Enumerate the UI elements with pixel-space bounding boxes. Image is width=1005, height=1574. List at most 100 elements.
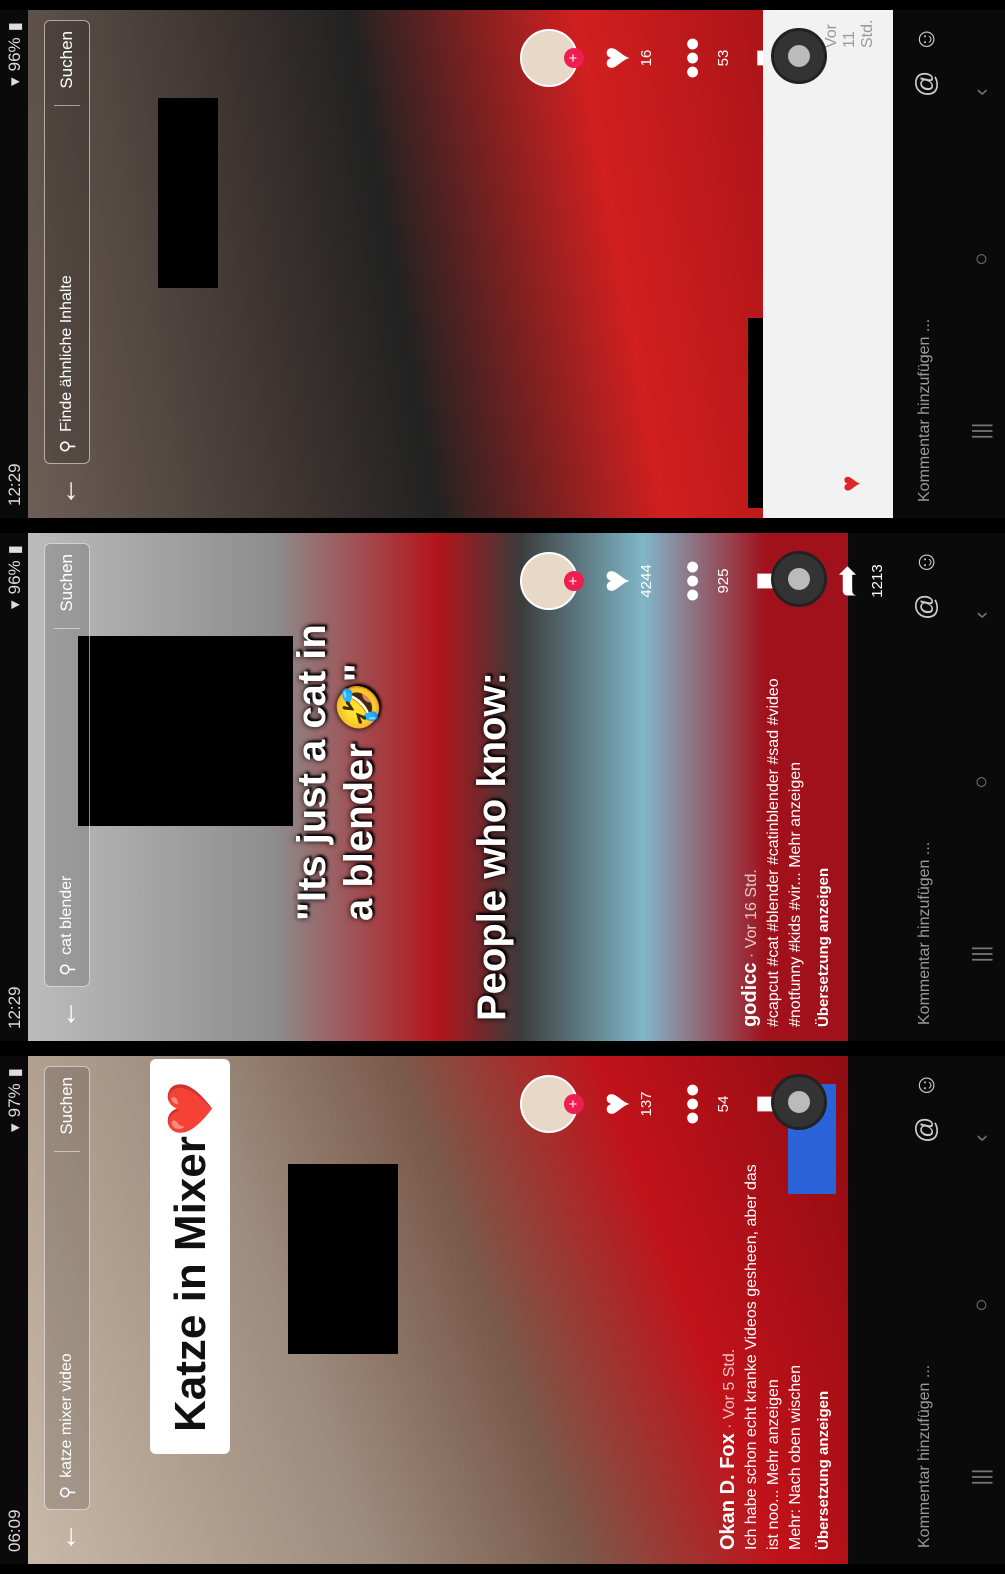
comment-input[interactable]: Kommentar hinzufügen ... xyxy=(916,842,934,1025)
recents-icon[interactable]: ||| xyxy=(968,422,994,439)
heart-icon: ♥ xyxy=(594,46,638,70)
back-arrow-icon[interactable]: ← xyxy=(50,1520,84,1554)
comment-icon: ••• xyxy=(671,560,715,603)
comment-count: 53 xyxy=(715,49,732,67)
emoji-icon[interactable]: ☺ xyxy=(910,549,941,576)
comment-button[interactable]: ••• 925 xyxy=(671,560,732,602)
share-count: 1213 xyxy=(869,564,886,598)
battery-level: 97% xyxy=(5,1083,24,1118)
comment-icon: ••• xyxy=(671,37,715,80)
comment-input[interactable]: Kommentar hinzufügen ... xyxy=(916,319,934,502)
video-panel-1: 06:09 ▾ 97% ▮ ← ⚲ katze mixer video Suchen… xyxy=(0,1056,1005,1564)
music-disc-icon[interactable] xyxy=(771,551,827,607)
mention-icon[interactable]: @ xyxy=(910,71,941,97)
back-nav-icon[interactable]: ‹ xyxy=(968,611,994,618)
video-meta: godicc · Vor 16 Std. #capcut #cat #blend… xyxy=(739,633,835,1027)
search-button[interactable]: Suchen xyxy=(57,1077,77,1143)
share-icon: ➦ xyxy=(825,564,869,598)
battery-icon: ▮ xyxy=(5,545,24,555)
music-disc-icon[interactable] xyxy=(771,1074,827,1130)
search-input[interactable]: ⚲ katze mixer video Suchen xyxy=(44,1066,90,1510)
recents-icon[interactable]: ||| xyxy=(968,945,994,962)
redaction-box xyxy=(158,98,218,288)
comment-button[interactable]: ••• 53 xyxy=(671,37,732,79)
username[interactable]: Okan D. Fox xyxy=(717,1433,739,1550)
creator-avatar[interactable]: + xyxy=(520,29,584,87)
follow-plus-icon[interactable]: + xyxy=(564,571,584,591)
emoji-icon[interactable]: ☺ xyxy=(910,1072,941,1099)
status-bar: 12:29 ▾ 96% ▮ xyxy=(0,10,30,518)
like-button[interactable]: ♥ 4244 xyxy=(594,564,655,597)
divider xyxy=(54,104,80,106)
comment-input[interactable]: Kommentar hinzufügen ... xyxy=(916,1365,934,1548)
battery-level: 96% xyxy=(5,560,24,595)
like-button[interactable]: ♥ 137 xyxy=(594,1091,655,1116)
music-disc-icon[interactable] xyxy=(771,28,827,84)
emoji-icon[interactable]: ☺ xyxy=(910,26,941,53)
divider xyxy=(54,627,80,629)
comment-button[interactable]: ••• 54 xyxy=(671,1083,732,1125)
username[interactable]: godicc xyxy=(739,963,761,1027)
wifi-icon: ▾ xyxy=(5,77,24,86)
video-panel-2: 12:29 ▾ 96% ▮ ← ⚲ cat blender Suchen "Its … xyxy=(0,533,1005,1041)
heart-icon[interactable]: ♥ xyxy=(835,475,867,492)
action-rail: + ♥137 •••54 ▮29 xyxy=(520,1064,809,1144)
status-bar: 06:09 ▾ 97% ▮ xyxy=(0,1056,30,1564)
search-bar: ← ⚲ Finde ähnliche Inhalte Suchen xyxy=(40,10,94,518)
battery-icon: ▮ xyxy=(5,1068,24,1078)
search-input[interactable]: ⚲ cat blender Suchen xyxy=(44,543,90,987)
comment-bar: Kommentar hinzufügen ... @ ☺ xyxy=(893,10,957,518)
comment-card[interactable]: ♥ Vor 11 Std. xyxy=(763,10,893,518)
wifi-icon: ▾ xyxy=(5,1123,24,1132)
search-icon: ⚲ xyxy=(56,439,77,453)
like-button[interactable]: ♥ 16 xyxy=(594,46,655,70)
heart-icon: ♥ xyxy=(594,569,638,593)
mention-icon[interactable]: @ xyxy=(910,594,941,620)
search-query: katze mixer video xyxy=(58,1353,75,1478)
redaction-box xyxy=(288,1164,398,1354)
back-arrow-icon[interactable]: ← xyxy=(50,474,84,508)
translate-link[interactable]: Übersetzung anzeigen xyxy=(813,1156,835,1550)
back-nav-icon[interactable]: ‹ xyxy=(968,88,994,95)
home-icon[interactable]: ○ xyxy=(968,252,994,265)
home-icon[interactable]: ○ xyxy=(968,1298,994,1311)
mention-icon[interactable]: @ xyxy=(910,1117,941,1143)
search-button[interactable]: Suchen xyxy=(57,554,77,620)
video-description[interactable]: Ich habe schon echt kranke Videos geshee… xyxy=(741,1156,785,1550)
status-time: 06:09 xyxy=(5,1509,24,1552)
search-input[interactable]: ⚲ Finde ähnliche Inhalte Suchen xyxy=(44,20,90,464)
like-count: 4244 xyxy=(638,564,655,598)
creator-avatar[interactable]: + xyxy=(520,552,584,610)
creator-avatar[interactable]: + xyxy=(520,1075,584,1133)
like-count: 137 xyxy=(638,1091,655,1117)
follow-plus-icon[interactable]: + xyxy=(564,48,584,68)
translate-link[interactable]: Übersetzung anzeigen xyxy=(813,633,835,1027)
post-time: · Vor 16 Std. xyxy=(743,869,760,959)
search-button[interactable]: Suchen xyxy=(57,31,77,97)
redaction-box xyxy=(78,636,293,826)
swipe-hint: Mehr: Nach oben wischen xyxy=(787,1365,804,1550)
back-arrow-icon[interactable]: ← xyxy=(50,997,84,1031)
comment-icon: ••• xyxy=(671,1083,715,1126)
divider xyxy=(54,1150,80,1152)
back-nav-icon[interactable]: ‹ xyxy=(968,1134,994,1141)
recents-icon[interactable]: ||| xyxy=(968,1468,994,1485)
search-query: cat blender xyxy=(58,875,75,955)
heart-icon: ♥ xyxy=(594,1092,638,1116)
post-time: · Vor 5 Std. xyxy=(721,1348,738,1429)
status-time: 12:29 xyxy=(5,463,24,506)
search-bar: ← ⚲ katze mixer video Suchen xyxy=(40,1056,94,1564)
status-bar: 12:29 ▾ 96% ▮ xyxy=(0,533,30,1041)
action-rail: + ♥4244 •••925 ▮685 ➦1213 xyxy=(520,541,886,621)
follow-plus-icon[interactable]: + xyxy=(564,1094,584,1114)
battery-level: 96% xyxy=(5,37,24,72)
video-description[interactable]: #capcut #cat #blender #catinblender #sad… xyxy=(763,633,807,1027)
video-meta: Okan D. Fox · Vor 5 Std. Ich habe schon … xyxy=(717,1156,835,1550)
system-nav: ||| ○ ‹ xyxy=(957,533,1005,1041)
screenshot-collage: 06:09 ▾ 97% ▮ ← ⚲ katze mixer video Suchen… xyxy=(0,0,1005,1574)
like-count: 16 xyxy=(638,49,655,67)
wifi-icon: ▾ xyxy=(5,600,24,609)
share-button[interactable]: ➦ 1213 xyxy=(825,564,886,598)
home-icon[interactable]: ○ xyxy=(968,775,994,788)
comment-bar: Kommentar hinzufügen ... @ ☺ xyxy=(893,533,957,1041)
